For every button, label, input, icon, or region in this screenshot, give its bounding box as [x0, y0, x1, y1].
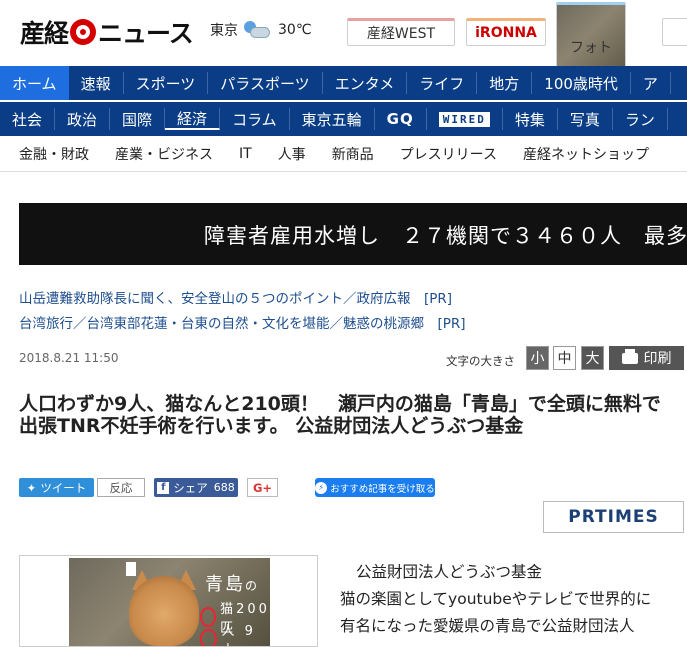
- sub-nav-it[interactable]: IT: [226, 146, 265, 162]
- nav-item-wired[interactable]: WIRED: [427, 108, 503, 130]
- sub-nav-press-release[interactable]: プレスリリース: [387, 144, 510, 164]
- secondary-nav: 社会 政治 国際 経済 コラム 東京五輪 GQ WIRED 特集 写真 ラン: [0, 102, 687, 136]
- messenger-label: おすすめ記事を受け取る: [330, 483, 435, 495]
- nav-item-politics[interactable]: 政治: [55, 108, 111, 130]
- nav-item-local[interactable]: 地方: [477, 72, 533, 94]
- link-sankei-west[interactable]: 産経WEST: [347, 18, 455, 46]
- article-body: 公益財団法人どうぶつ基金 猫の楽園としてyoutubeやテレビで世界的に 有名に…: [340, 559, 685, 640]
- nav-item-tokyo-olympics[interactable]: 東京五輪: [290, 108, 375, 130]
- economy-sub-nav: 金融・財政 産業・ビジネス IT 人事 新商品 プレスリリース 産経ネットショッ…: [0, 136, 687, 172]
- page: 産経 ニュース 東京 30℃ 産経WEST iRONNA フォト ホーム 速報 …: [0, 0, 687, 647]
- weather-city: 東京: [210, 23, 238, 39]
- nav-item-home[interactable]: ホーム: [0, 66, 69, 100]
- facebook-share-label: シェア: [173, 480, 208, 495]
- reaction-count-button[interactable]: 反応: [97, 478, 145, 497]
- nav-item-society[interactable]: 社会: [0, 108, 56, 130]
- ring-people-icon: [200, 629, 218, 646]
- nav-item-international[interactable]: 国際: [110, 108, 166, 130]
- font-size-small-button[interactable]: 小: [526, 346, 549, 370]
- tweet-button[interactable]: ✦ ツイート: [19, 478, 94, 497]
- pr-link-2[interactable]: 台湾旅行／台湾東部花蓮・台東の自然・文化を堪能／魅惑の桃源郷 [PR]: [19, 312, 466, 332]
- article-image-box: 青島の 猫200匹 人 9 人: [19, 555, 318, 647]
- messenger-subscribe-button[interactable]: ⚡ おすすめ記事を受け取る: [315, 478, 435, 497]
- image-people-count: 人 9 人: [200, 620, 270, 646]
- nav-item-life[interactable]: ライフ: [407, 72, 478, 94]
- nav-item-gq[interactable]: GQ: [375, 108, 427, 130]
- article-headline: 人口わずか9人、猫なんと210頭！ 瀬戸内の猫島「青島」で全頭に無料で出張TNR…: [19, 393, 661, 437]
- sub-nav-finance[interactable]: 金融・財政: [0, 144, 102, 164]
- sub-nav-new-products[interactable]: 新商品: [319, 144, 387, 164]
- facebook-share-button[interactable]: f シェア 688: [154, 478, 238, 497]
- logo-mark-icon: [70, 19, 97, 45]
- wired-logo: WIRED: [438, 111, 490, 127]
- pr-link-1[interactable]: 山岳遭難救助隊長に聞く、安全登山の５つのポイント／政府広報 [PR]: [19, 287, 452, 307]
- font-size-medium-button[interactable]: 中: [553, 346, 576, 370]
- printer-icon: [621, 348, 638, 364]
- nav-item-sports[interactable]: スポーツ: [124, 72, 209, 94]
- nav-item-100-years[interactable]: 100歳時代: [532, 72, 631, 94]
- nav-item-photos[interactable]: 写真: [558, 108, 613, 130]
- body-line-3: 有名になった愛媛県の青島で公益財団法人: [340, 617, 635, 635]
- weather-widget[interactable]: 東京 30℃: [210, 20, 312, 40]
- nav-item-ranking[interactable]: ラン: [613, 108, 668, 130]
- sub-nav-personnel[interactable]: 人事: [265, 144, 319, 164]
- site-logo[interactable]: 産経 ニュース: [20, 14, 194, 50]
- print-button[interactable]: 印刷: [609, 346, 684, 370]
- facebook-share-count: 688: [213, 481, 235, 494]
- nav-item-economy[interactable]: 経済: [165, 108, 221, 130]
- google-plus-button[interactable]: G+: [247, 478, 278, 497]
- font-size-label: 文字の大きさ: [446, 354, 515, 368]
- body-line-1: 公益財団法人どうぶつ基金: [356, 563, 543, 581]
- font-size-large-button[interactable]: 大: [581, 346, 604, 370]
- header-extra-button[interactable]: [662, 18, 687, 46]
- image-title: 青島の: [205, 574, 260, 595]
- logo-text-2: ニュース: [98, 19, 194, 48]
- prtimes-logo[interactable]: PRTIMES: [543, 501, 684, 533]
- body-line-2: 猫の楽園としてyoutubeやテレビで世界的に: [340, 590, 652, 608]
- link-ironna[interactable]: iRONNA: [466, 18, 546, 46]
- article-date: 2018.8.21 11:50: [19, 351, 119, 365]
- site-header: 産経 ニュース 東京 30℃ 産経WEST iRONNA フォト: [0, 0, 687, 90]
- cat-photo: [129, 576, 199, 646]
- nav-item-entertainment[interactable]: エンタメ: [323, 72, 408, 94]
- breaking-news-ticker[interactable]: 障害者雇用水増し ２７機関で３４６０人 最多: [19, 203, 687, 265]
- gq-logo: GQ: [386, 110, 414, 128]
- facebook-icon: f: [157, 481, 170, 494]
- nav-item-breaking[interactable]: 速報: [69, 72, 124, 94]
- sub-nav-net-shop[interactable]: 産経ネットショップ: [510, 144, 662, 164]
- primary-nav: ホーム 速報 スポーツ パラスポーツ エンタメ ライフ 地方 100歳時代 ア: [0, 66, 687, 100]
- nav-item-column[interactable]: コラム: [220, 108, 290, 130]
- ticker-text: 障害者雇用水増し ２７機関で３４６０人 最多: [204, 224, 687, 248]
- article-image[interactable]: 青島の 猫200匹 人 9 人: [69, 558, 270, 646]
- logo-text-1: 産経: [20, 19, 69, 48]
- nav-item-more[interactable]: ア: [631, 72, 671, 94]
- nav-item-feature[interactable]: 特集: [503, 108, 558, 130]
- tweet-label: ツイート: [40, 480, 87, 495]
- sub-nav-industry[interactable]: 産業・ビジネス: [102, 144, 226, 164]
- weather-cloud-icon: [244, 21, 272, 39]
- nav-item-para-sports[interactable]: パラスポーツ: [208, 72, 323, 94]
- twitter-bird-icon: ✦: [26, 480, 37, 495]
- messenger-icon: ⚡: [315, 481, 328, 494]
- print-label: 印刷: [643, 351, 672, 367]
- weather-temp: 30℃: [278, 22, 312, 38]
